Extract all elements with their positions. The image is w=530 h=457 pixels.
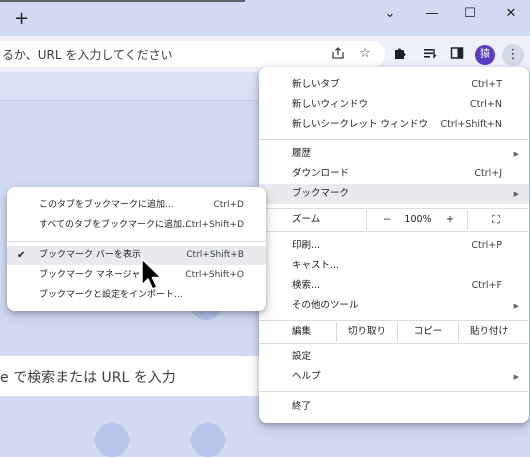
menu-item-label: 印刷... <box>292 240 321 251</box>
mouse-cursor-icon <box>141 258 162 290</box>
menu-item-shortcut: Ctrl+D <box>213 200 245 210</box>
reading-list-icon[interactable] <box>421 46 439 64</box>
menu-item-find[interactable]: 検索... Ctrl+F <box>259 276 529 296</box>
minimize-button[interactable]: — <box>422 6 442 26</box>
active-tab-edge <box>0 0 245 2</box>
tab-strip: + ⌄ — ☐ ✕ <box>0 0 530 36</box>
menu-item-shortcut: Ctrl+T <box>471 79 502 90</box>
menu-item-new-window[interactable]: 新しいウィンドウ Ctrl+N <box>259 95 529 115</box>
menu-item-label: 履歴 <box>292 148 312 159</box>
menu-item-label: ダウンロード <box>292 168 350 179</box>
menu-row-edit: 編集 切り取り コピー 貼り付け <box>259 322 529 342</box>
bookmark-star-icon[interactable]: ☆ <box>357 46 373 62</box>
menu-separator <box>259 391 529 392</box>
menu-item-exit[interactable]: 終了 <box>259 397 529 417</box>
menu-item-show-bookmark-bar[interactable]: ✔ ブックマーク バーを表示 Ctrl+Shift+B <box>7 246 266 265</box>
menu-separator <box>259 208 529 209</box>
cut-button[interactable]: 切り取り <box>337 322 397 342</box>
menu-item-shortcut: Ctrl+F <box>471 280 502 291</box>
checkmark-icon: ✔ <box>17 250 26 261</box>
menu-item-import-bookmarks[interactable]: ブックマークと設定をインポート... <box>7 286 266 305</box>
submenu-arrow-icon: ▶ <box>513 190 519 198</box>
chrome-menu-kebab-icon[interactable]: ⋮ <box>502 44 524 66</box>
divider <box>366 210 367 230</box>
close-window-button[interactable]: ✕ <box>501 6 521 26</box>
menu-row-zoom: ズーム − 100% + ⛶ <box>259 210 529 230</box>
menu-separator <box>259 343 529 344</box>
menu-item-label: ブックマーク <box>292 188 350 199</box>
menu-item-label: ブックマーク バーを表示 <box>39 250 141 260</box>
zoom-level: 100% <box>404 214 432 225</box>
submenu-arrow-icon: ▶ <box>513 373 519 381</box>
paste-button[interactable]: 貼り付け <box>459 322 519 342</box>
menu-item-shortcut: Ctrl+Shift+N <box>440 119 502 130</box>
submenu-arrow-icon: ▶ <box>513 150 519 158</box>
side-panel-icon[interactable] <box>448 46 466 64</box>
menu-item-bookmark-this-tab[interactable]: このタブをブックマークに追加... Ctrl+D <box>7 196 266 215</box>
chrome-main-menu: 新しいタブ Ctrl+T 新しいウィンドウ Ctrl+N 新しいシークレット ウ… <box>259 67 529 423</box>
menu-item-settings[interactable]: 設定 <box>259 347 529 367</box>
menu-item-label: 新しいタブ <box>292 79 340 90</box>
menu-separator <box>259 231 529 232</box>
zoom-out-button[interactable]: − <box>380 210 394 230</box>
zoom-in-button[interactable]: + <box>443 210 457 230</box>
menu-separator <box>259 139 529 140</box>
submenu-arrow-icon: ▶ <box>513 302 519 310</box>
copy-button[interactable]: コピー <box>398 322 458 342</box>
menu-item-label: ブックマーク マネージャ <box>39 270 141 280</box>
menu-item-label: 編集 <box>292 326 312 337</box>
profile-avatar[interactable]: 猿 <box>475 45 495 65</box>
menu-item-shortcut: Ctrl+Shift+O <box>185 270 244 280</box>
menu-item-shortcut: Ctrl+N <box>470 99 502 110</box>
menu-item-label: このタブをブックマークに追加... <box>39 200 174 210</box>
menu-item-bookmarks[interactable]: ブックマーク ▶ <box>259 184 529 204</box>
menu-item-cast[interactable]: キャスト... <box>259 256 529 276</box>
menu-item-shortcut: Ctrl+Shift+B <box>186 250 244 260</box>
menu-item-label: キャスト... <box>292 260 340 271</box>
extensions-puzzle-icon[interactable] <box>391 46 409 64</box>
menu-item-shortcut: Ctrl+J <box>474 168 502 179</box>
menu-item-shortcut: Ctrl+Shift+D <box>185 220 244 230</box>
menu-item-more-tools[interactable]: その他のツール ▶ <box>259 296 529 316</box>
menu-item-new-incognito-window[interactable]: 新しいシークレット ウィンドウ Ctrl+Shift+N <box>259 115 529 135</box>
menu-item-label: 検索... <box>292 280 321 291</box>
divider <box>467 210 468 230</box>
menu-item-label: すべてのタブをブックマークに追加... <box>39 220 191 230</box>
tab-search-button[interactable]: ⌄ <box>380 6 400 26</box>
menu-item-new-tab[interactable]: 新しいタブ Ctrl+T <box>259 75 529 95</box>
shortcut-tile[interactable] <box>95 423 129 457</box>
menu-item-label: 新しいシークレット ウィンドウ <box>292 119 429 130</box>
menu-item-label: その他のツール <box>292 300 359 311</box>
bookmarks-submenu: このタブをブックマークに追加... Ctrl+D すべてのタブをブックマークに追… <box>7 187 266 311</box>
menu-item-downloads[interactable]: ダウンロード Ctrl+J <box>259 164 529 184</box>
address-bar-placeholder: るか、URL を入力してください <box>2 48 173 62</box>
shortcut-tile[interactable] <box>191 423 225 457</box>
menu-separator <box>7 241 266 242</box>
fullscreen-icon[interactable]: ⛶ <box>487 210 505 230</box>
menu-item-bookmark-manager[interactable]: ブックマーク マネージャ Ctrl+Shift+O <box>7 266 266 285</box>
search-box-placeholder: e で検索または URL を入力 <box>0 370 176 386</box>
menu-item-label: ズーム <box>292 214 321 225</box>
menu-item-print[interactable]: 印刷... Ctrl+P <box>259 236 529 256</box>
menu-separator <box>259 320 529 321</box>
menu-item-help[interactable]: ヘルプ ▶ <box>259 367 529 387</box>
address-bar[interactable]: るか、URL を入力してください ☆ <box>0 41 385 67</box>
search-box[interactable]: e で検索または URL を入力 <box>0 356 285 396</box>
share-icon[interactable] <box>330 46 346 62</box>
menu-item-label: ヘルプ <box>292 371 321 382</box>
new-tab-button[interactable]: + <box>14 10 29 28</box>
menu-item-label: 設定 <box>292 351 312 362</box>
menu-item-label: 新しいウィンドウ <box>292 99 369 110</box>
menu-item-bookmark-all-tabs[interactable]: すべてのタブをブックマークに追加... Ctrl+Shift+D <box>7 216 266 235</box>
maximize-button[interactable]: ☐ <box>460 6 480 26</box>
menu-item-history[interactable]: 履歴 ▶ <box>259 144 529 164</box>
menu-item-label: 終了 <box>292 401 312 412</box>
menu-item-shortcut: Ctrl+P <box>471 240 502 251</box>
